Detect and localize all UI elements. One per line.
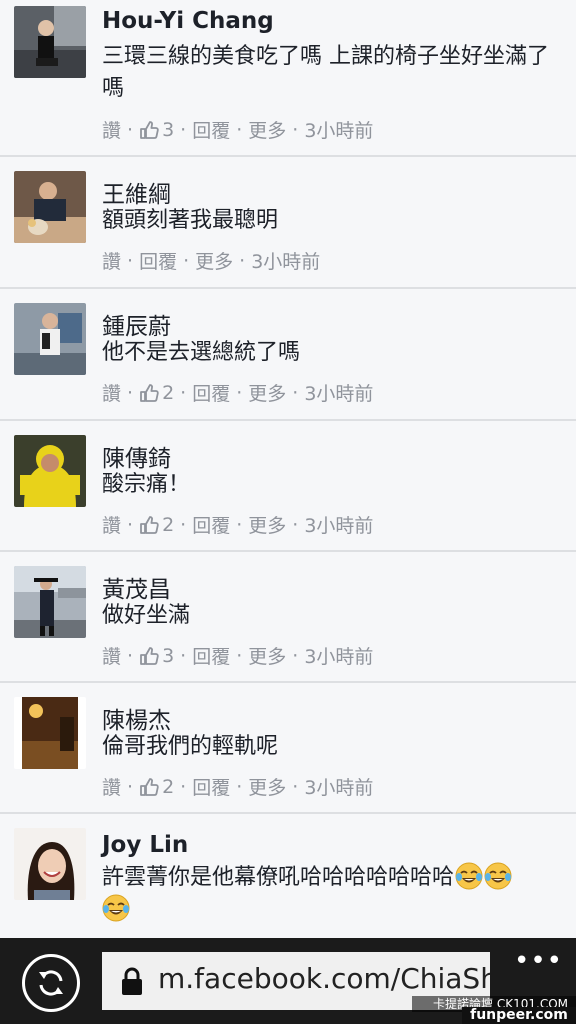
url-text: m.facebook.com/ChiaSha [158,962,490,995]
avatar[interactable] [14,566,86,638]
avatar[interactable] [14,697,86,769]
avatar[interactable] [14,828,86,900]
comment-author[interactable]: 陳傳錡 [102,439,171,473]
comment-author[interactable]: 王維綱 [102,175,171,209]
comment-item: 黃茂昌 做好坐滿 讚 · 3 · 回覆 · 更多 · 3小時前 [0,552,576,683]
comment-author[interactable]: 鍾辰蔚 [102,307,171,341]
avatar[interactable] [14,435,86,507]
comment-text: 倫哥我們的輕軌呢 [102,734,279,759]
like-count: 3 [162,644,175,667]
refresh-icon [39,970,63,996]
comment-text: 三環三線的美食吃了嗎 上課的椅子坐好坐滿了嗎 [102,44,549,101]
comment-author[interactable]: 黃茂昌 [102,570,171,604]
like-count: 2 [162,513,175,536]
comment-timestamp[interactable]: 3小時前 [304,511,373,538]
comment-timestamp[interactable]: 3小時前 [304,116,373,143]
lock-icon [122,967,142,995]
comment-item: 陳傳錡 酸宗痛！ 讚 · 2 · 回覆 · 更多 · 3小時前 [0,421,576,552]
like-count: 2 [162,381,175,404]
thumbs-up-icon [140,120,159,139]
reply-button[interactable]: 回覆 [192,642,230,669]
more-button[interactable]: 更多 [248,511,286,538]
comment-timestamp[interactable]: 3小時前 [304,642,373,669]
avatar[interactable] [14,6,86,78]
more-button[interactable]: 更多 [248,642,286,669]
reply-button[interactable]: 回覆 [139,247,177,274]
thumbs-up-icon [140,646,159,665]
refresh-button[interactable] [22,954,80,1012]
reply-button[interactable]: 回覆 [192,379,230,406]
avatar[interactable] [14,303,86,375]
comment-text: 許雲菁你是他幕僚吼哈哈哈哈哈哈哈 [102,862,562,926]
comment-actions: 讚 · 3 · 回覆 · 更多 · 3小時前 [102,642,373,669]
more-menu-button[interactable]: ••• [514,946,563,976]
laughing-tears-emoji [102,894,130,922]
comment-item: 鍾辰蔚 他不是去選總統了嗎 讚 · 2 · 回覆 · 更多 · 3小時前 [0,289,576,421]
comment-actions: 讚 · 2 · 回覆 · 更多 · 3小時前 [102,379,373,406]
reply-button[interactable]: 回覆 [192,116,230,143]
laughing-tears-emoji [455,862,483,890]
laughing-tears-emoji [484,862,512,890]
like-count: 2 [162,775,175,798]
like-count: 3 [162,118,175,141]
comment-author[interactable]: 陳楊杰 [102,701,171,735]
comment-item: Joy Lin 許雲菁你是他幕僚吼哈哈哈哈哈哈哈 [0,814,576,938]
avatar[interactable] [14,171,86,243]
like-button[interactable]: 讚 [102,511,121,538]
more-button[interactable]: 更多 [248,773,286,800]
comment-item: 王維綱 額頭刻著我最聰明 讚 · 回覆 · 更多 · 3小時前 [0,157,576,289]
like-button[interactable]: 讚 [102,247,121,274]
thumbs-up-icon [140,515,159,534]
comment-text: 額頭刻著我最聰明 [102,208,279,233]
more-button[interactable]: 更多 [195,247,233,274]
comment-timestamp[interactable]: 3小時前 [251,247,320,274]
more-button[interactable]: 更多 [248,379,286,406]
comment-author[interactable]: Hou-Yi Chang [102,8,274,34]
comment-text: 做好坐滿 [102,603,191,628]
more-button[interactable]: 更多 [248,116,286,143]
comment-text: 他不是去選總統了嗎 [102,340,301,365]
reply-button[interactable]: 回覆 [192,773,230,800]
thumbs-up-icon [140,777,159,796]
comment-author[interactable]: Joy Lin [102,832,188,858]
comment-actions: 讚 · 回覆 · 更多 · 3小時前 [102,247,320,274]
comment-text-content: 許雲菁你是他幕僚吼哈哈哈哈哈哈哈 [102,865,455,890]
comment-actions: 讚 · 2 · 回覆 · 更多 · 3小時前 [102,773,373,800]
reply-button[interactable]: 回覆 [192,511,230,538]
comment-timestamp[interactable]: 3小時前 [304,773,373,800]
comment-text: 酸宗痛！ [102,472,191,497]
like-button[interactable]: 讚 [102,642,121,669]
comment-timestamp[interactable]: 3小時前 [304,379,373,406]
comment-actions: 讚 · 2 · 回覆 · 更多 · 3小時前 [102,511,373,538]
comment-actions: 讚 · 3 · 回覆 · 更多 · 3小時前 [102,116,373,143]
comment-item: Hou-Yi Chang 三環三線的美食吃了嗎 上課的椅子坐好坐滿了嗎 讚 · … [0,0,576,157]
like-button[interactable]: 讚 [102,116,121,143]
like-button[interactable]: 讚 [102,773,121,800]
comment-item: 陳楊杰 倫哥我們的輕軌呢 讚 · 2 · 回覆 · 更多 · 3小時前 [0,683,576,814]
like-button[interactable]: 讚 [102,379,121,406]
thumbs-up-icon [140,383,159,402]
watermark-funpeer: funpeer.com [462,1007,576,1024]
